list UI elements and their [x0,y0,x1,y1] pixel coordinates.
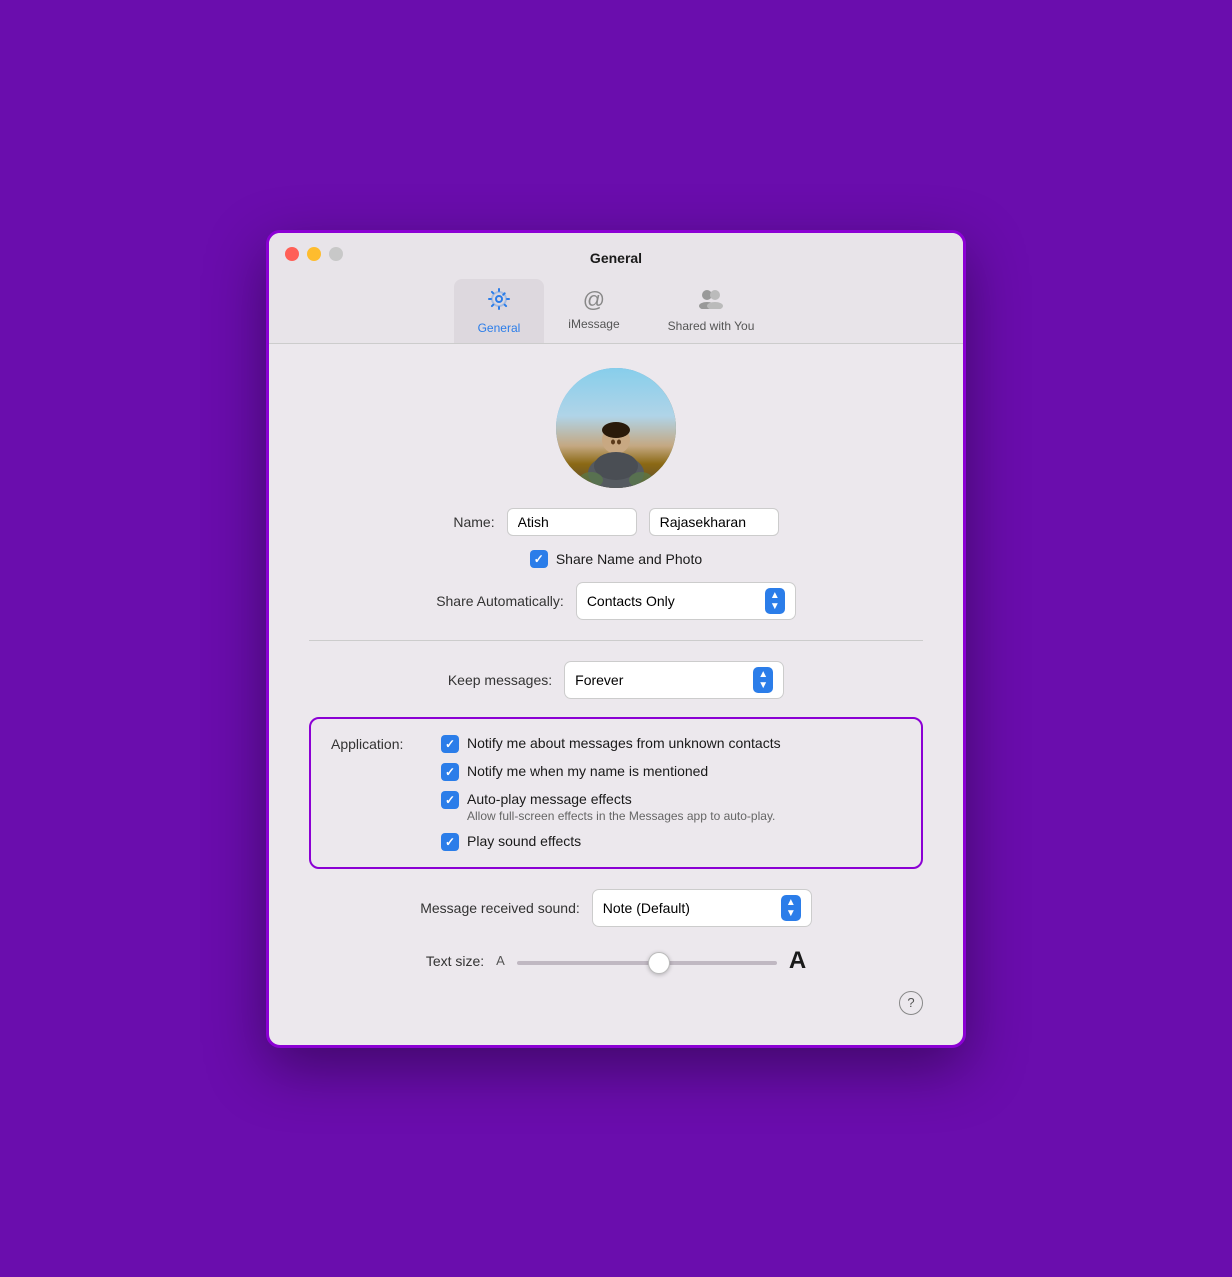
checkbox-row-sound: ✓ Play sound effects [441,833,781,851]
name-mentioned-label: Notify me when my name is mentioned [467,763,708,779]
sound-effects-label: Play sound effects [467,833,581,849]
close-button[interactable] [285,247,299,261]
message-sound-arrows-icon: ▲ ▼ [781,895,801,921]
first-name-input[interactable] [507,508,637,536]
avatar-section [309,368,923,488]
main-window: General General @ iMessage [266,230,966,1048]
help-button[interactable]: ? [899,991,923,1015]
text-size-large-a: A [789,947,806,975]
check-icon-4: ✓ [445,835,455,849]
keep-messages-label: Keep messages: [448,672,552,688]
name-row: Name: [309,508,923,536]
share-auto-label: Share Automatically: [436,593,564,609]
maximize-button[interactable] [329,247,343,261]
sound-effects-checkbox[interactable]: ✓ [441,833,459,851]
imessage-icon: @ [583,287,605,313]
main-content: Name: ✓ Share Name and Photo Share Autom… [269,344,963,1045]
sound-effects-text: Play sound effects [467,833,581,849]
text-size-slider-container [517,952,777,970]
keep-messages-arrows-icon: ▲ ▼ [753,667,773,693]
avatar[interactable] [556,368,676,488]
message-sound-label: Message received sound: [420,900,580,916]
share-name-label: Share Name and Photo [556,551,702,567]
check-icon: ✓ [534,552,544,566]
share-auto-value: Contacts Only [587,593,675,609]
unknown-contacts-checkbox[interactable]: ✓ [441,735,459,753]
app-checkboxes: ✓ Notify me about messages from unknown … [441,735,781,851]
autoplay-text: Auto-play message effects Allow full-scr… [467,791,775,823]
autoplay-checkbox[interactable]: ✓ [441,791,459,809]
checkbox-row-autoplay: ✓ Auto-play message effects Allow full-s… [441,791,781,823]
keep-messages-select[interactable]: Forever ▲ ▼ [564,661,784,699]
shared-icon [698,287,724,315]
divider-1 [309,640,923,641]
tab-shared-label: Shared with You [668,319,755,333]
general-icon [487,287,511,317]
check-icon-1: ✓ [445,737,455,751]
tab-general[interactable]: General [454,279,545,343]
unknown-contacts-text: Notify me about messages from unknown co… [467,735,781,751]
message-sound-select[interactable]: Note (Default) ▲ ▼ [592,889,812,927]
tab-general-label: General [478,321,521,335]
application-label: Application: [331,735,441,752]
name-mentioned-checkbox[interactable]: ✓ [441,763,459,781]
text-size-small-a: A [496,953,505,968]
autoplay-sublabel: Allow full-screen effects in the Message… [467,809,775,823]
help-row: ? [309,991,923,1015]
avatar-image [571,398,661,488]
share-auto-row: Share Automatically: Contacts Only ▲ ▼ [309,582,923,620]
select-arrows-icon: ▲ ▼ [765,588,785,614]
text-size-label: Text size: [426,953,484,969]
message-sound-value: Note (Default) [603,900,690,916]
last-name-input[interactable] [649,508,779,536]
unknown-contacts-label: Notify me about messages from unknown co… [467,735,781,751]
share-name-row: ✓ Share Name and Photo [309,550,923,568]
traffic-lights [285,247,343,261]
check-icon-3: ✓ [445,793,455,807]
share-name-checkbox[interactable]: ✓ [530,550,548,568]
minimize-button[interactable] [307,247,321,261]
checkbox-row-unknown: ✓ Notify me about messages from unknown … [441,735,781,753]
application-section: Application: ✓ Notify me about messages … [309,717,923,869]
title-bar-top: General [285,247,947,269]
message-sound-row: Message received sound: Note (Default) ▲… [309,889,923,927]
text-size-slider[interactable] [517,961,777,965]
title-bar: General General @ iMessage [269,233,963,344]
tabs-row: General @ iMessage Shared with You [454,279,779,343]
keep-messages-row: Keep messages: Forever ▲ ▼ [309,661,923,699]
name-mentioned-text: Notify me when my name is mentioned [467,763,708,779]
share-auto-select[interactable]: Contacts Only ▲ ▼ [576,582,796,620]
keep-messages-value: Forever [575,672,623,688]
app-row: Application: ✓ Notify me about messages … [331,735,901,851]
checkbox-row-name-mentioned: ✓ Notify me when my name is mentioned [441,763,781,781]
tab-imessage-label: iMessage [568,317,619,331]
text-size-row: Text size: A A [309,947,923,975]
window-title: General [590,250,642,266]
tab-imessage[interactable]: @ iMessage [544,279,643,343]
check-icon-2: ✓ [445,765,455,779]
name-label: Name: [453,514,494,530]
autoplay-label: Auto-play message effects [467,791,775,807]
tab-shared[interactable]: Shared with You [644,279,779,343]
